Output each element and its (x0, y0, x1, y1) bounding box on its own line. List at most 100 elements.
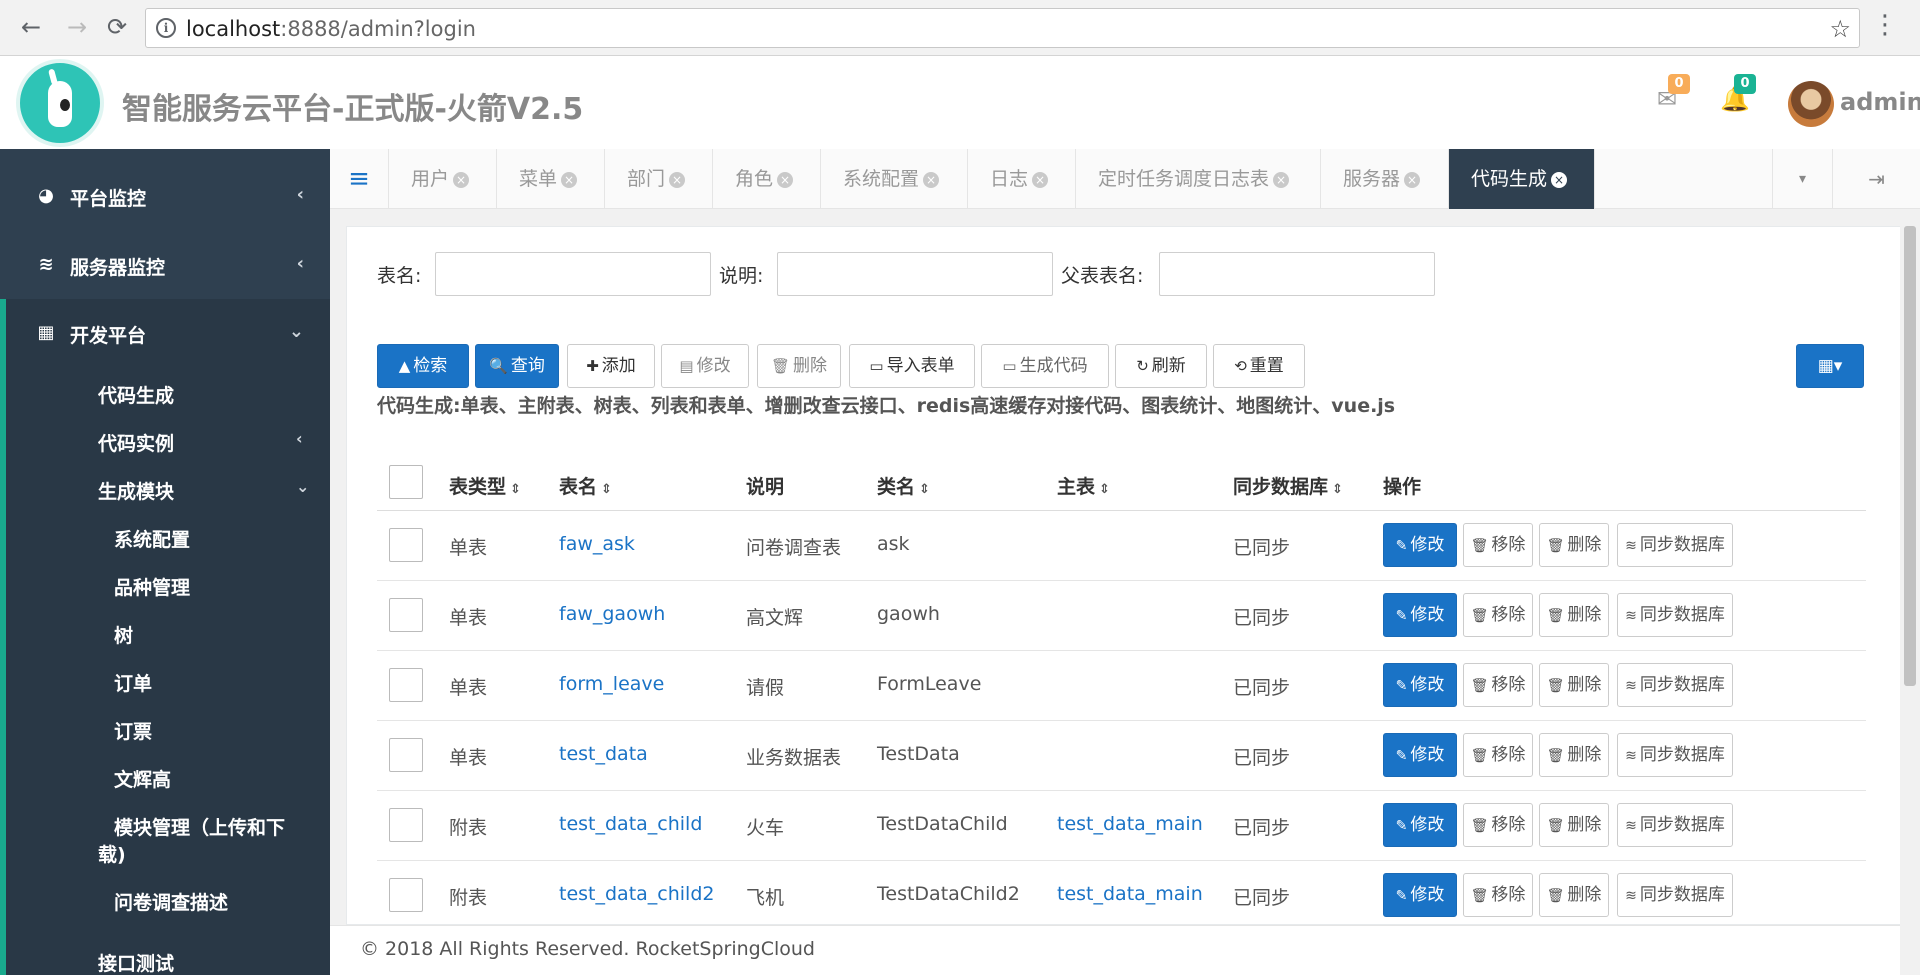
row-delete-button[interactable]: 🗑 删除 (1539, 523, 1609, 567)
col-header-main[interactable]: 主表 ⇕ (1057, 472, 1110, 499)
row-sync-db-button[interactable]: ≋ 同步数据库 (1617, 593, 1733, 637)
tab-log[interactable]: 日志 × (968, 149, 1076, 209)
close-icon[interactable]: × (453, 172, 470, 188)
row-delete-button[interactable]: 🗑 删除 (1539, 803, 1609, 847)
bell-icon[interactable]: 🔔 0 (1720, 74, 1756, 112)
tab-user[interactable]: 用户 × (389, 149, 497, 209)
row-sync-db-button[interactable]: ≋ 同步数据库 (1617, 873, 1733, 917)
col-header-type[interactable]: 表类型 ⇕ (449, 472, 521, 499)
address-bar[interactable]: i localhost:8888/admin?login ☆ (145, 8, 1860, 48)
sidebar-module-item[interactable]: 问卷调查描述 (114, 888, 228, 915)
sidebar-module-item[interactable]: 品种管理 (114, 573, 190, 600)
info-icon[interactable]: i (156, 18, 176, 38)
row-checkbox[interactable] (389, 598, 423, 632)
row-sync-db-button[interactable]: ≋ 同步数据库 (1617, 523, 1733, 567)
close-icon[interactable]: × (1551, 172, 1568, 188)
sidebar-module-item-continued[interactable]: 载) (98, 840, 126, 867)
close-icon[interactable]: × (1273, 172, 1290, 188)
row-delete-button[interactable]: 🗑 删除 (1539, 733, 1609, 777)
row-checkbox[interactable] (389, 808, 423, 842)
edit-button[interactable]: ▤ 修改 (661, 344, 749, 388)
close-icon[interactable]: × (777, 172, 794, 188)
tab-department[interactable]: 部门 × (605, 149, 713, 209)
desc-input[interactable] (777, 252, 1053, 296)
row-checkbox[interactable] (389, 668, 423, 702)
sidebar-item-dev-platform[interactable]: ▦ 开发平台 ⌄ (0, 299, 330, 367)
row-edit-button[interactable]: ✎ 修改 (1383, 803, 1457, 847)
column-toggle-button[interactable]: ▦▾ (1796, 344, 1864, 388)
sidebar-module-item[interactable]: 订单 (114, 669, 152, 696)
sidebar-item-platform-monitor[interactable]: ◕ 平台监控 ‹ (0, 162, 330, 230)
row-checkbox[interactable] (389, 528, 423, 562)
tab-code-gen[interactable]: 代码生成 × (1449, 149, 1595, 209)
parent-table-input[interactable] (1159, 252, 1435, 296)
row-delete-button[interactable]: 🗑 删除 (1539, 663, 1609, 707)
col-header-sync[interactable]: 同步数据库 ⇕ (1233, 472, 1343, 499)
sidebar-module-item[interactable]: 订票 (114, 717, 152, 744)
reset-button[interactable]: ⟲ 重置 (1213, 344, 1305, 388)
tab-server[interactable]: 服务器 × (1321, 149, 1449, 209)
sidebar-sub-code-examples[interactable]: 代码实例 ‹ (98, 429, 318, 456)
retrieve-button[interactable]: ▲ 检索 (377, 344, 469, 388)
col-header-name[interactable]: 表名 ⇕ (559, 472, 612, 499)
tab-menu[interactable]: 菜单 × (497, 149, 605, 209)
reload-icon[interactable]: ⟳ (102, 12, 132, 42)
close-icon[interactable]: × (1032, 172, 1049, 188)
row-remove-button[interactable]: 🗑 移除 (1463, 523, 1533, 567)
tab-dropdown-icon[interactable]: ▾ (1772, 149, 1832, 209)
sidebar-module-item[interactable]: 树 (114, 621, 133, 648)
scrollbar[interactable] (1900, 226, 1920, 925)
row-edit-button[interactable]: ✎ 修改 (1383, 873, 1457, 917)
sidebar-sub-code-gen[interactable]: 代码生成 (98, 381, 174, 408)
row-checkbox[interactable] (389, 878, 423, 912)
sidebar-sub-api-test[interactable]: 接口测试 (98, 949, 174, 975)
close-icon[interactable]: × (669, 172, 686, 188)
sidebar-module-item[interactable]: 模块管理（上传和下 (114, 813, 285, 840)
delete-button[interactable]: 🗑 删除 (757, 344, 841, 388)
cell-main-table-link[interactable]: test_data_main (1057, 813, 1203, 835)
row-remove-button[interactable]: 🗑 移除 (1463, 733, 1533, 777)
row-remove-button[interactable]: 🗑 移除 (1463, 593, 1533, 637)
tab-schedule-log[interactable]: 定时任务调度日志表 × (1076, 149, 1321, 209)
import-form-button[interactable]: ▭ 导入表单 (849, 344, 975, 388)
exit-icon[interactable]: ⇥ (1832, 149, 1920, 209)
generate-code-button[interactable]: ▭ 生成代码 (981, 344, 1109, 388)
refresh-button[interactable]: ↻ 刷新 (1115, 344, 1207, 388)
row-edit-button[interactable]: ✎ 修改 (1383, 733, 1457, 777)
sidebar-sub-gen-modules[interactable]: 生成模块 ⌄ (98, 477, 318, 504)
query-button[interactable]: 🔍 查询 (475, 344, 559, 388)
table-name-input[interactable] (435, 252, 711, 296)
sidebar-module-item[interactable]: 系统配置 (114, 525, 190, 552)
row-edit-button[interactable]: ✎ 修改 (1383, 593, 1457, 637)
add-button[interactable]: ✚ 添加 (567, 344, 655, 388)
back-icon[interactable]: ← (16, 12, 46, 42)
row-sync-db-button[interactable]: ≋ 同步数据库 (1617, 803, 1733, 847)
col-header-class[interactable]: 类名 ⇕ (877, 472, 930, 499)
sidebar-module-item[interactable]: 文辉高 (114, 765, 171, 792)
forward-icon[interactable]: → (62, 12, 92, 42)
tab-system-config[interactable]: 系统配置 × (821, 149, 968, 209)
mail-icon[interactable]: ✉ 0 (1654, 74, 1690, 112)
tab-role[interactable]: 角色 × (713, 149, 821, 209)
row-sync-db-button[interactable]: ≋ 同步数据库 (1617, 663, 1733, 707)
cell-table-name-link[interactable]: faw_gaowh (559, 603, 665, 625)
menu-toggle-icon[interactable]: ≡ (330, 149, 389, 209)
row-remove-button[interactable]: 🗑 移除 (1463, 663, 1533, 707)
cell-table-name-link[interactable]: faw_ask (559, 533, 635, 555)
cell-table-name-link[interactable]: test_data_child (559, 813, 702, 835)
cell-table-name-link[interactable]: test_data_child2 (559, 883, 714, 905)
select-all-checkbox[interactable] (389, 465, 423, 499)
row-delete-button[interactable]: 🗑 删除 (1539, 873, 1609, 917)
cell-table-name-link[interactable]: test_data (559, 743, 648, 765)
row-edit-button[interactable]: ✎ 修改 (1383, 523, 1457, 567)
cell-table-name-link[interactable]: form_leave (559, 673, 664, 695)
row-remove-button[interactable]: 🗑 移除 (1463, 803, 1533, 847)
scrollbar-thumb[interactable] (1904, 226, 1916, 686)
row-edit-button[interactable]: ✎ 修改 (1383, 663, 1457, 707)
row-delete-button[interactable]: 🗑 删除 (1539, 593, 1609, 637)
row-sync-db-button[interactable]: ≋ 同步数据库 (1617, 733, 1733, 777)
close-icon[interactable]: × (561, 172, 578, 188)
cell-main-table-link[interactable]: test_data_main (1057, 883, 1203, 905)
close-icon[interactable]: × (923, 172, 940, 188)
sidebar-item-server-monitor[interactable]: ≋ 服务器监控 ‹ (0, 231, 330, 299)
